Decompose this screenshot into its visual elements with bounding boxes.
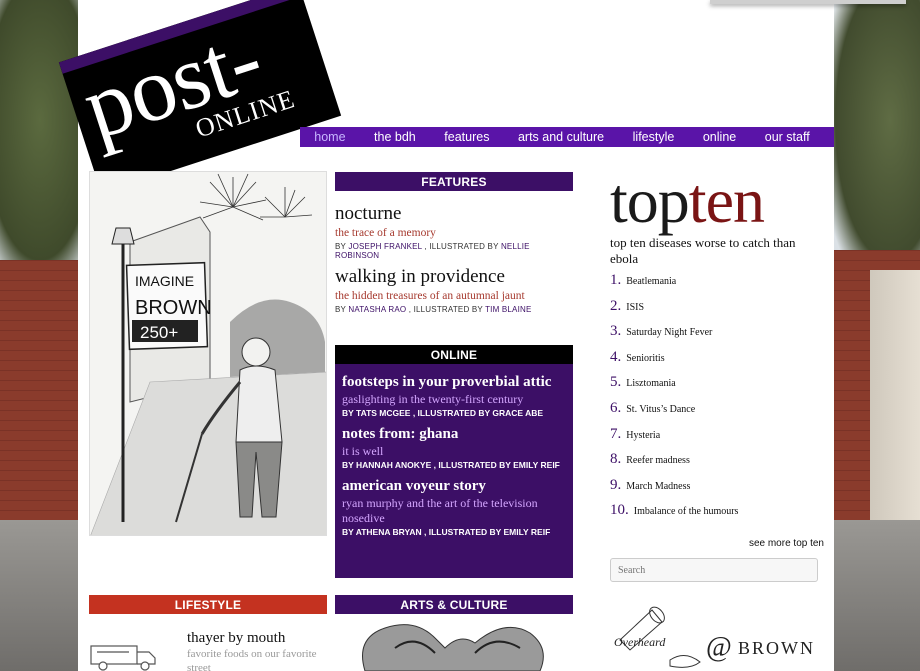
online-story: american voyeur story ryan murphy and th…	[342, 476, 566, 537]
see-more-topten-link[interactable]: see more top ten	[718, 538, 824, 549]
search-input[interactable]	[610, 558, 818, 582]
feature-story: walking in providence the hidden treasur…	[335, 266, 573, 314]
story-subtitle: it is well	[342, 444, 384, 458]
story-byline: BY HANNAH ANOKYE , ILLUSTRATED BY EMILY …	[342, 460, 560, 470]
list-item: 4. Senioritis	[610, 348, 665, 365]
story-subtitle: gaslighting in the twenty-first century	[342, 392, 524, 406]
story-title[interactable]: footsteps in your proverbial attic	[342, 372, 566, 392]
online-story: notes from: ghana it is well BY HANNAH A…	[342, 424, 566, 470]
nav-arts-and-culture[interactable]: arts and culture	[518, 130, 604, 144]
features-heading[interactable]: FEATURES	[335, 172, 573, 191]
story-byline: BY ATHENA BRYAN , ILLUSTRATED BY EMILY R…	[342, 527, 551, 537]
story-subtitle: the hidden treasures of an autumnal jaun…	[335, 290, 525, 302]
story-subtitle: ryan murphy and the art of the televisio…	[342, 496, 538, 525]
list-item: 2. ISIS	[610, 297, 645, 314]
nav-the-bdh[interactable]: the bdh	[374, 130, 416, 144]
lifestyle-story: thayer by mouth favorite foods on our fa…	[187, 630, 327, 671]
list-item: 8. Reefer madness	[610, 451, 690, 468]
story-title[interactable]: walking in providence	[335, 266, 573, 288]
topten-list: 1. Beatlemania 2. ISIS 3. Saturday Night Fe…	[610, 272, 824, 528]
sign-text-imagine: IMAGINE	[135, 273, 194, 289]
story-subtitle: the trace of a memory	[335, 227, 436, 239]
list-item: 6. St. Vitus’s Dance	[610, 399, 696, 416]
list-item: 10. Imbalance of the humours	[610, 502, 739, 519]
arts-culture-heading[interactable]: ARTS & CULTURE	[335, 595, 573, 614]
list-item: 5. Lisztomania	[610, 374, 676, 391]
author-link[interactable]: JOSEPH FRANKEL	[348, 242, 422, 251]
overheard-at-brown-logo[interactable]: Overheard @ BROWN	[610, 600, 824, 671]
story-byline: BY JOSEPH FRANKEL , ILLUSTRATED BY NELLI…	[335, 242, 530, 260]
story-title[interactable]: notes from: ghana	[342, 424, 566, 444]
story-title[interactable]: thayer by mouth	[187, 630, 327, 647]
lifestyle-heading[interactable]: LIFESTYLE	[89, 595, 327, 614]
site-logo[interactable]: post- ONLINE	[58, 0, 342, 194]
online-story: footsteps in your proverbial attic gasli…	[342, 372, 566, 418]
list-item: 1. Beatlemania	[610, 272, 677, 288]
nav-our-staff[interactable]: our staff	[765, 130, 810, 144]
logo-post-text: post-	[71, 6, 273, 159]
overheard-text: Overheard	[614, 635, 666, 649]
sign-text-brown: BROWN	[135, 297, 212, 319]
overheard-at-symbol: @	[706, 632, 732, 663]
nav-lifestyle[interactable]: lifestyle	[633, 130, 675, 144]
online-stories-panel: footsteps in your proverbial attic gasli…	[335, 364, 573, 578]
author-link[interactable]: NATASHA RAO	[348, 305, 406, 314]
top-shadow-tab	[710, 0, 906, 4]
featured-cartoon-image[interactable]: IMAGINE BROWN 250+	[89, 171, 327, 536]
nav-features[interactable]: features	[444, 130, 489, 144]
main-nav: home the bdh features arts and culture l…	[300, 127, 834, 147]
story-title[interactable]: american voyeur story	[342, 476, 566, 496]
food-truck-icon[interactable]	[89, 640, 159, 671]
story-subtitle: favorite foods on our favorite street	[187, 648, 317, 671]
story-title[interactable]: nocturne	[335, 203, 573, 225]
sign-text-250: 250+	[140, 323, 178, 342]
list-item: 3. Saturday Night Fever	[610, 323, 713, 340]
feature-story: nocturne the trace of a memory BY JOSEPH…	[335, 203, 573, 260]
nav-home[interactable]: home	[314, 130, 345, 144]
arts-feature-image[interactable]	[335, 618, 573, 671]
story-byline: BY TATS MCGEE , ILLUSTRATED BY GRACE ABE	[342, 408, 544, 418]
overheard-brown-text: BROWN	[738, 638, 815, 658]
nav-online[interactable]: online	[703, 130, 736, 144]
illustrator-link[interactable]: TIM BLAINE	[485, 305, 531, 314]
page-content: post- ONLINE home the bdh features arts …	[58, 0, 906, 671]
online-heading[interactable]: ONLINE	[335, 345, 573, 364]
list-item: 7. Hysteria	[610, 425, 661, 442]
topten-heading[interactable]: top ten diseases worse to catch than ebo…	[610, 235, 824, 267]
list-item: 9. March Madness	[610, 476, 691, 493]
topten-logo[interactable]: topten	[610, 166, 824, 236]
story-byline: BY NATASHA RAO , ILLUSTRATED BY TIM BLAI…	[335, 305, 532, 314]
